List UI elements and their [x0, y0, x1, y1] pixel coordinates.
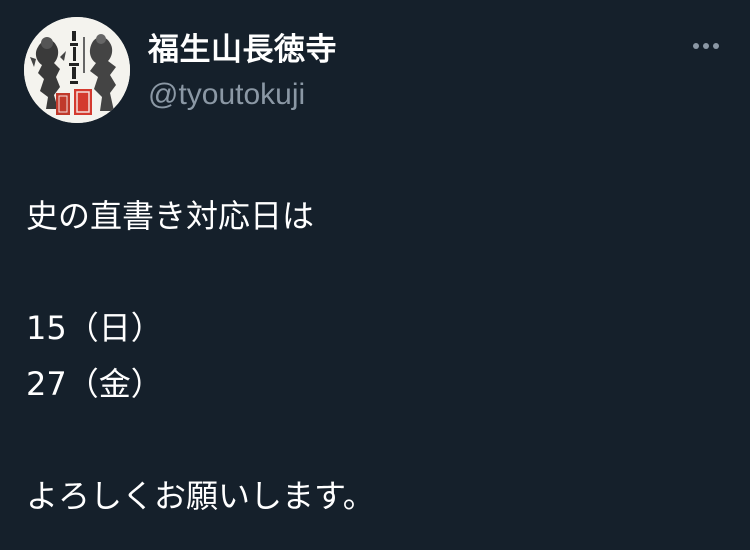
- more-options-icon: [693, 43, 719, 49]
- author-handle[interactable]: @tyoutokuji: [148, 76, 337, 114]
- tweet-text-line: 史の直書き対応日は: [26, 197, 315, 235]
- avatar[interactable]: [24, 17, 130, 123]
- tweet-text: 史の直書き対応日は 15（日） 27（金） よろしくお願いします。: [26, 188, 716, 524]
- more-options-button[interactable]: [686, 32, 726, 60]
- author-display-name[interactable]: 福生山長徳寺: [148, 30, 337, 70]
- tweet: 福生山長徳寺 @tyoutokuji 史の直書き対応日は 15（日） 27（金）…: [0, 0, 750, 550]
- tweet-text-line: [26, 244, 716, 300]
- tweet-text-line: 27（金）: [26, 365, 163, 403]
- tweet-text-line: [26, 412, 716, 468]
- tweet-author: 福生山長徳寺 @tyoutokuji: [148, 30, 337, 114]
- tweet-text-line: 15（日）: [26, 309, 163, 347]
- tweet-text-line: よろしくお願いします。: [26, 477, 375, 515]
- temple-stamp-avatar-image: [24, 17, 130, 123]
